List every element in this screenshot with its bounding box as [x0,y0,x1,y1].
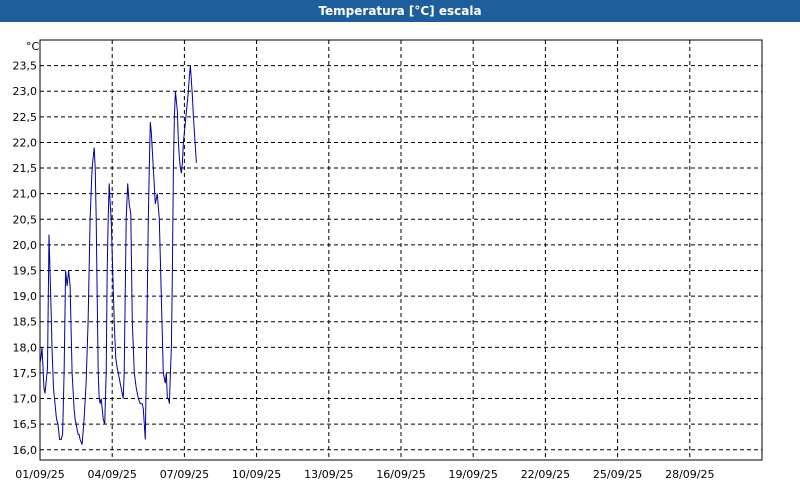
x-tick-label: 22/09/25 [521,468,570,481]
x-axis: 01/09/25 04/09/25 07/09/25 10/09/25 13/09/25… [15,468,714,481]
y-tick-label: 17,0 [13,393,38,406]
y-axis-unit-label: °C [26,40,40,53]
y-tick-label: 19,5 [13,264,38,277]
y-tick-label: 23,5 [13,60,38,73]
y-tick-label: 21,0 [13,188,38,201]
y-tick-label: 20,5 [13,213,38,226]
y-tick-label: 20,0 [13,239,38,252]
x-tick-label: 10/09/25 [232,468,281,481]
y-tick-label: 19,0 [13,290,38,303]
y-axis: 16,0 16,5 17,0 17,5 18,0 18,5 19,0 19,5 20,0 20,5… [13,60,38,457]
y-tick-label: 17,5 [13,367,38,380]
y-tick-label: 16,5 [13,418,38,431]
y-tick-label: 23,0 [13,85,38,98]
y-tick-label: 22,0 [13,136,38,149]
chart-window: Temperatura [°C] escala 16,0 16,5 17,0 17,5… [0,0,800,500]
x-tick-label: 13/09/25 [304,468,353,481]
x-tick-label: 19/09/25 [448,468,497,481]
y-tick-label: 18,5 [13,316,38,329]
x-tick-label: 07/09/25 [160,468,209,481]
y-tick-label: 22,5 [13,111,38,124]
x-tick-label: 01/09/25 [15,468,64,481]
y-tick-label: 21,5 [13,162,38,175]
temperature-chart: 16,0 16,5 17,0 17,5 18,0 18,5 19,0 19,5 20,0 20,5… [13,39,763,481]
y-tick-label: 16,0 [13,444,38,457]
x-tick-label: 16/09/25 [376,468,425,481]
x-tick-label: 28/09/25 [665,468,714,481]
y-tick-label: 18,0 [13,341,38,354]
x-tick-label: 04/09/25 [87,468,136,481]
x-tick-label: 25/09/25 [593,468,642,481]
